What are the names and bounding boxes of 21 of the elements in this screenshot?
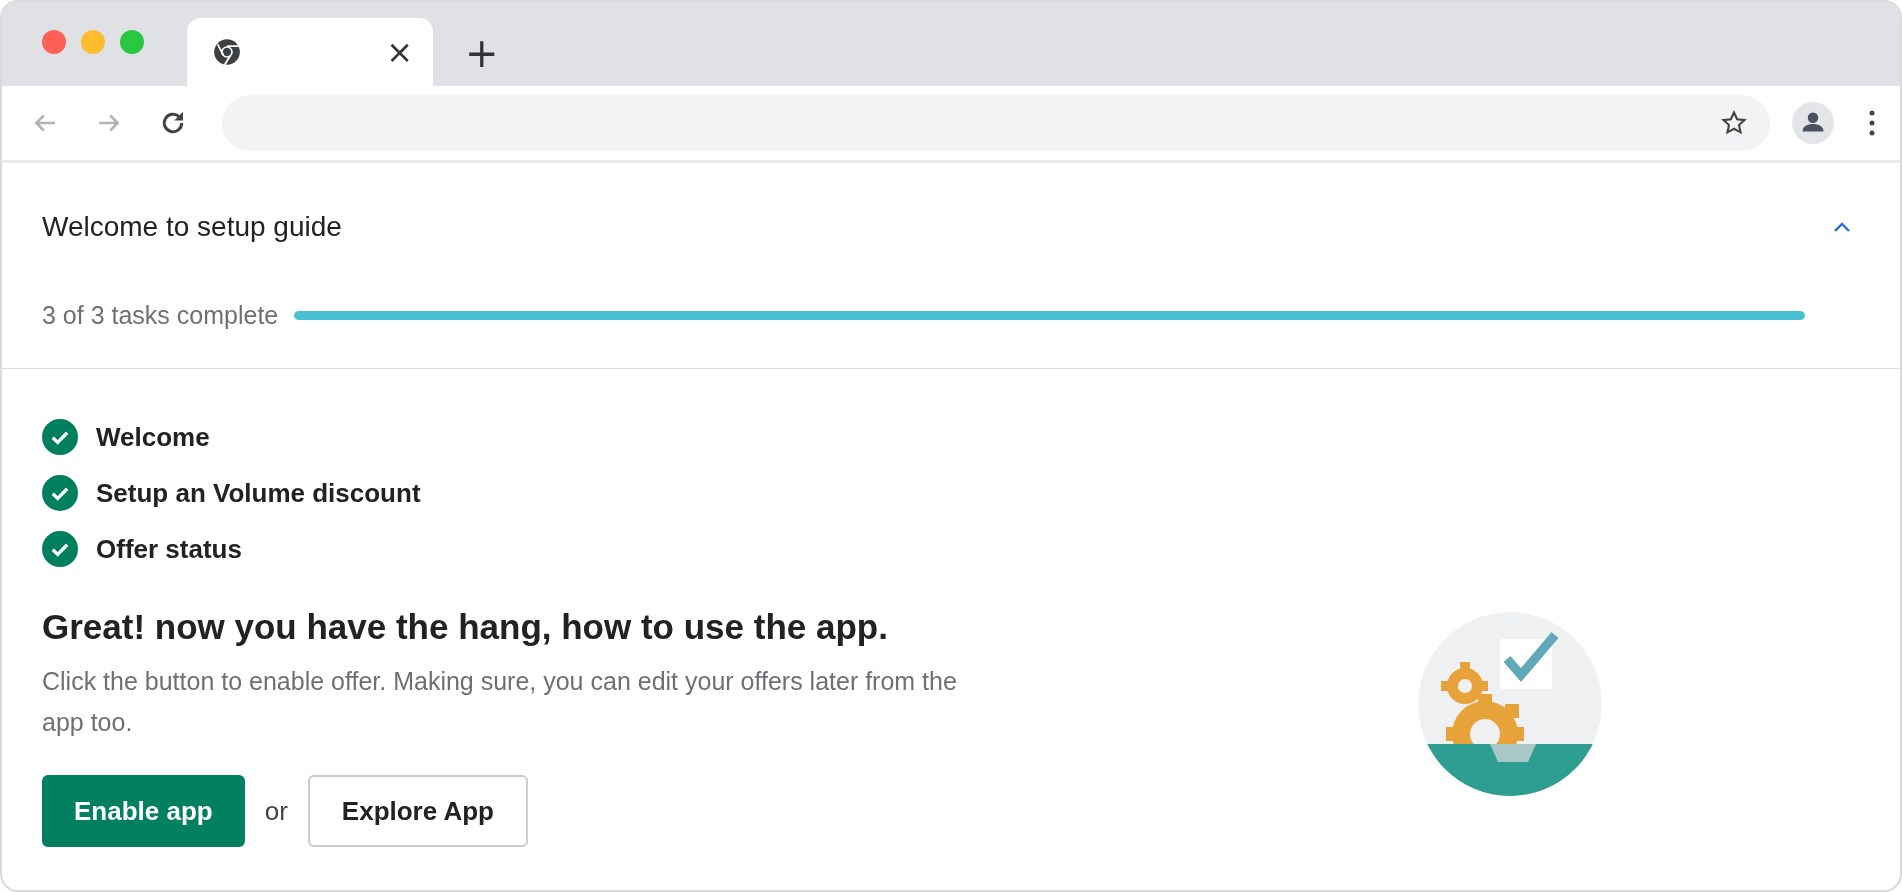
close-tab-button[interactable]: × (386, 36, 413, 68)
browser-tab[interactable]: × (187, 18, 433, 86)
guide-title: Welcome to setup guide (42, 211, 342, 243)
or-text: or (264, 795, 288, 827)
success-heading: Great! now you have the hang, how to use the app. (42, 607, 889, 647)
star-icon[interactable] (1720, 109, 1748, 137)
minimize-window-dot[interactable] (81, 30, 105, 54)
description-text: Click the button to enable offer. Making sure, you can edit your offers later from the app too. (42, 666, 958, 738)
explore-app-button[interactable]: Explore App (307, 775, 528, 847)
task-label: Welcome (96, 421, 210, 453)
profile-avatar-icon[interactable] (1792, 102, 1834, 144)
enable-app-button[interactable]: Enable app (42, 775, 245, 847)
browser-logo-icon (213, 38, 241, 66)
progress-label: 3 of 3 tasks complete (42, 301, 279, 330)
task-label: Offer status (96, 533, 242, 565)
chevron-icon[interactable] (1832, 221, 1852, 233)
new-tab-button[interactable]: + (459, 32, 505, 74)
task-label: Setup an Volume discount (96, 477, 421, 509)
more-menu-icon[interactable] (1868, 109, 1876, 137)
close-window-dot[interactable] (42, 30, 66, 54)
zoom-window-dot[interactable] (120, 30, 144, 54)
